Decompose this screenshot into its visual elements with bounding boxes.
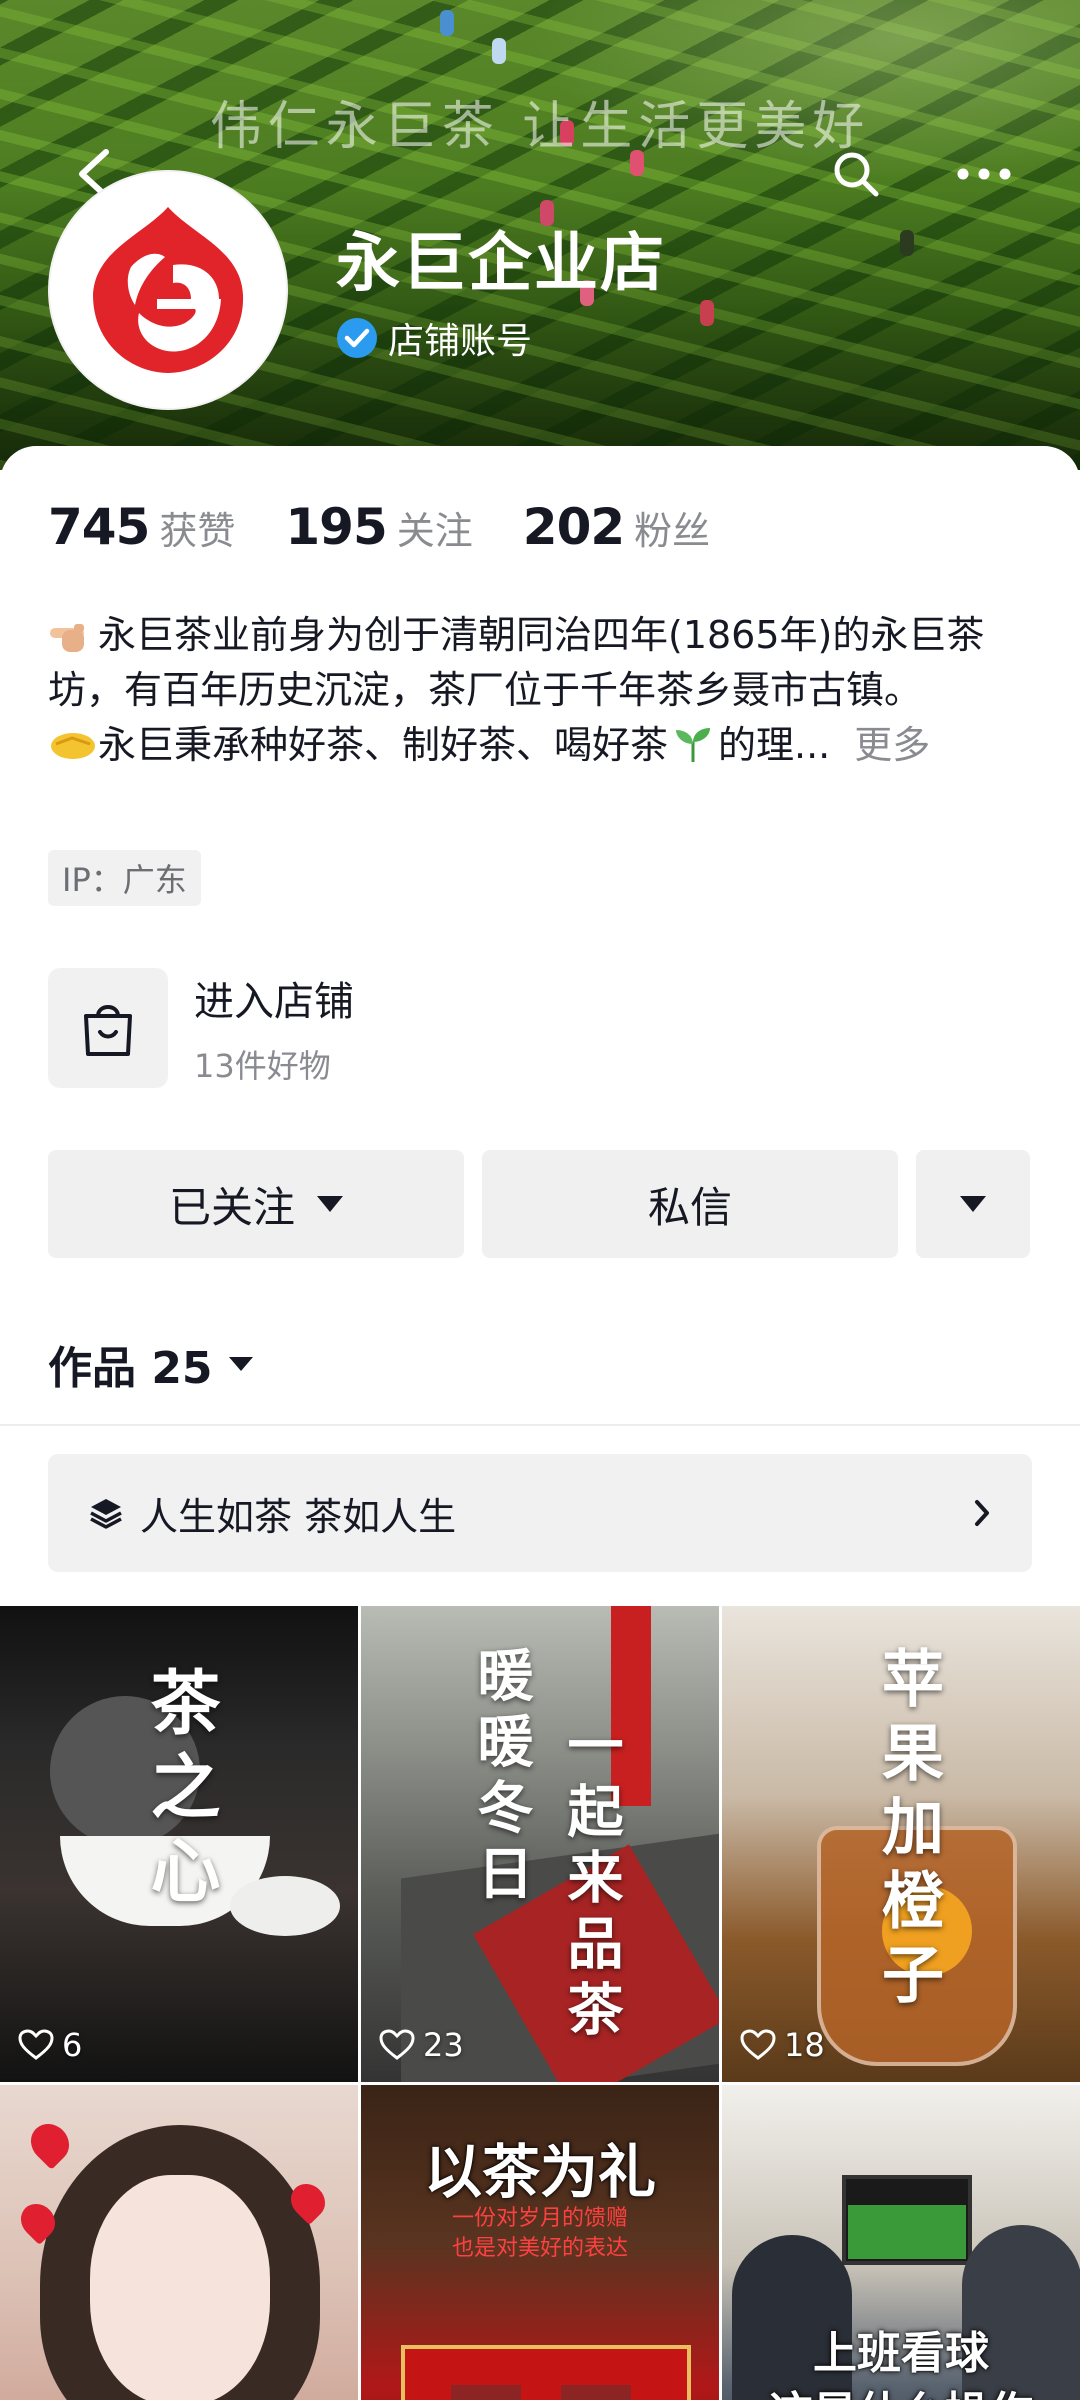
stat-label: 关注: [396, 509, 473, 553]
divider: [0, 1424, 1080, 1426]
handshake-icon: [51, 733, 95, 759]
video-overlay-text: 苹果加橙子: [871, 1646, 944, 2016]
heart-icon: [379, 2029, 415, 2060]
video-subtitle: 一份对岁月的馈赠: [451, 2206, 628, 2231]
more-dots-icon: [957, 168, 1011, 180]
saucer-shape: [230, 1876, 340, 1936]
video-overlay-text: 茶之心: [139, 1666, 222, 1918]
banner-figure: [440, 10, 454, 36]
following-button[interactable]: 已关注: [48, 1150, 464, 1258]
shop-entry-subtitle: 13件好物: [194, 1047, 331, 1085]
video-tile[interactable]: 上班看球 这是什么操作: [722, 2085, 1080, 2400]
chevron-right-icon: [975, 1500, 989, 1526]
account-type-label: 店铺账号: [388, 321, 533, 362]
heart-sticker-shape: [23, 2116, 77, 2170]
banner-figure: [492, 38, 506, 64]
verified-account: 店铺账号: [336, 312, 532, 364]
collection-banner[interactable]: 人生如茶 茶如人生: [48, 1454, 1032, 1572]
seedling-icon: [676, 728, 711, 762]
gift-box-shape: [401, 2345, 691, 2400]
collection-label: 人生如茶 茶如人生: [140, 1494, 457, 1539]
video-tile[interactable]: 以茶为礼 一份对岁月的馈赠 也是对美好的表达: [361, 2085, 719, 2400]
caret-down-icon: [317, 1196, 343, 1212]
video-tile[interactable]: [0, 2085, 358, 2400]
video-title: 上班看球: [813, 2328, 989, 2379]
likes-count: 23: [423, 2026, 464, 2064]
bio-line-2a: 永巨秉承种好茶、制好茶、喝好茶: [98, 723, 669, 767]
stat-label: 获赞: [159, 509, 236, 553]
search-button[interactable]: [818, 136, 894, 212]
video-likes: 23: [379, 2026, 464, 2064]
stat-value: 195: [285, 498, 387, 556]
bio-line-1: 永巨茶业前身为创于清朝同治四年(1865年)的永巨茶坊，有百年历史沉淀，茶厂位于…: [48, 613, 985, 712]
video-overlay-text: 一起来品茶: [558, 1716, 624, 2046]
video-tile[interactable]: 茶之心 6: [0, 1606, 358, 2082]
ip-location-tag: IP：广东: [48, 850, 201, 906]
avatar[interactable]: [48, 170, 288, 410]
tea-can-shape: [561, 2385, 631, 2400]
bio-line-2b: 的理...: [718, 723, 831, 767]
message-button[interactable]: 私信: [482, 1150, 898, 1258]
profile-card: 745 获赞 195 关注 202 粉丝 永巨茶业前身为创于清朝同治四年(186…: [0, 446, 1080, 2400]
stat-value: 202: [522, 498, 625, 556]
profile-bio[interactable]: 永巨茶业前身为创于清朝同治四年(1865年)的永巨茶坊，有百年历史沉淀，茶厂位于…: [48, 608, 1038, 773]
tea-can-shape: [451, 2385, 521, 2400]
following-label: 已关注: [168, 1182, 295, 1232]
shop-name: 永巨企业店: [336, 227, 666, 301]
profile-stats: 745 获赞 195 关注 202 粉丝: [48, 498, 760, 556]
banner-figure: [700, 300, 714, 326]
bio-more-link[interactable]: 更多: [854, 723, 930, 767]
shop-entry-title: 进入店铺: [194, 979, 354, 1025]
heart-icon: [740, 2029, 776, 2060]
verified-check-icon: [337, 318, 377, 358]
face-shape: [90, 2175, 270, 2400]
shop-entry-text: 进入店铺 13件好物: [194, 969, 354, 1087]
video-likes: 6: [18, 2026, 82, 2064]
search-icon: [834, 152, 879, 197]
banner-figure: [900, 230, 914, 256]
video-subtitle: 也是对美好的表达: [451, 2236, 628, 2261]
shop-icon-box: [48, 968, 168, 1088]
layers-icon: [90, 1499, 122, 1529]
video-tile[interactable]: 暖暖冬日 一起来品茶 23: [361, 1606, 719, 2082]
shopping-bag-icon: [84, 1005, 132, 1056]
more-options-button[interactable]: [946, 136, 1022, 212]
stat-followers[interactable]: 202 粉丝: [523, 498, 710, 556]
likes-count: 6: [62, 2026, 83, 2064]
stat-following[interactable]: 195 关注: [285, 498, 472, 556]
brand-logo-icon: [93, 207, 244, 373]
stat-label: 粉丝: [634, 509, 711, 553]
message-label: 私信: [647, 1182, 732, 1232]
pointing-hand-icon: [50, 624, 84, 652]
shop-entry[interactable]: 进入店铺 13件好物: [48, 968, 354, 1088]
video-title: 以茶为礼: [423, 2138, 656, 2206]
video-title: 这是什么操作: [722, 2377, 1080, 2400]
expand-recommend-button[interactable]: [916, 1150, 1030, 1258]
caret-down-icon: [228, 1357, 253, 1371]
video-likes: 18: [740, 2026, 825, 2064]
action-buttons: 已关注 私信: [48, 1150, 1030, 1258]
stat-likes[interactable]: 745 获赞: [48, 498, 235, 556]
works-title: 作品 25: [48, 1343, 213, 1394]
football-pitch-shape: [848, 2205, 966, 2259]
caret-down-icon: [960, 1196, 986, 1212]
likes-count: 18: [784, 2026, 825, 2064]
video-tile[interactable]: 苹果加橙子 18: [722, 1606, 1080, 2082]
banner-slogan: 伟仁永巨茶 让生活更美好: [209, 97, 871, 157]
video-overlay-text: 暖暖冬日: [468, 1646, 534, 1910]
heart-icon: [18, 2029, 54, 2060]
stat-value: 745: [48, 498, 150, 556]
works-tab[interactable]: 作品 25: [48, 1332, 253, 1396]
